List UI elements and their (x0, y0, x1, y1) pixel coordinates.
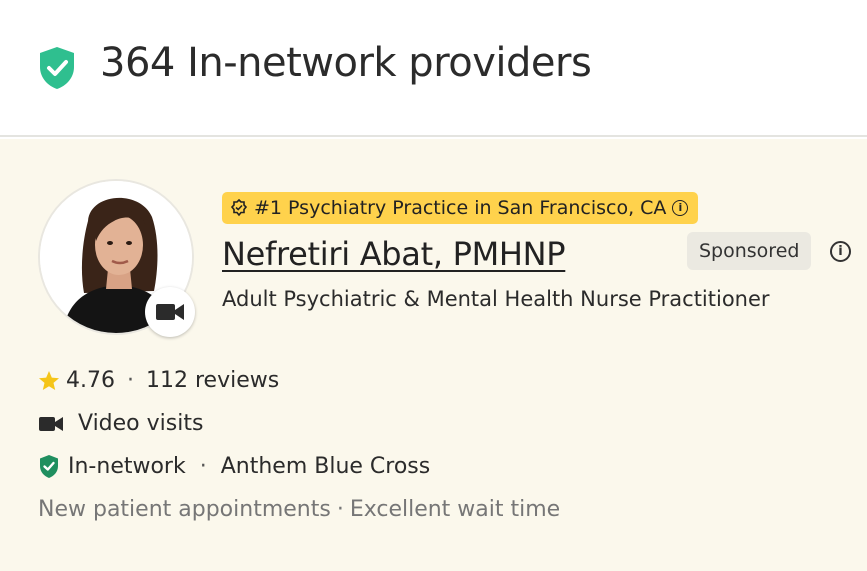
award-text: #1 Psychiatry Practice in San Francisco,… (254, 197, 667, 219)
page-title: 364 In-network providers (100, 40, 592, 86)
video-camera-icon (39, 416, 63, 431)
star-icon (39, 370, 59, 390)
results-header: 364 In-network providers (0, 0, 867, 137)
sponsored-badge: Sponsored (687, 232, 812, 270)
appointment-availability: New patient appointments (38, 497, 331, 522)
review-count: 112 reviews (145, 368, 280, 393)
network-status: In-network (68, 454, 186, 479)
award-badge[interactable]: #1 Psychiatry Practice in San Francisco,… (222, 192, 699, 224)
provider-card[interactable]: #1 Psychiatry Practice in San Francisco,… (0, 139, 867, 571)
provider-specialty: Adult Psychiatric & Mental Health Nurse … (222, 287, 770, 311)
appointments-row: New patient appointments · Excellent wai… (38, 497, 560, 522)
shield-check-icon (40, 455, 58, 478)
rating-value: 4.76 (66, 368, 115, 393)
shield-check-icon (40, 47, 74, 89)
insurance-name: Anthem Blue Cross (220, 454, 431, 479)
award-seal-icon (230, 199, 248, 217)
award-info-icon[interactable]: i (672, 200, 689, 216)
separator-dot: · (126, 368, 134, 393)
wait-time: Excellent wait time (349, 497, 561, 522)
provider-avatar[interactable] (38, 179, 198, 339)
separator-dot: · (336, 497, 344, 522)
separator-dot: · (199, 454, 207, 479)
visit-type: Video visits (78, 411, 204, 436)
provider-name-link[interactable]: Nefretiri Abat, PMHNP (222, 235, 566, 273)
rating-row[interactable]: 4.76 · 112 reviews (38, 368, 279, 393)
video-camera-icon (156, 304, 184, 320)
video-visits-row: Video visits (38, 411, 203, 436)
sponsored-info-icon[interactable]: i (830, 241, 851, 262)
video-visit-badge (145, 287, 195, 337)
network-row: In-network · Anthem Blue Cross (38, 454, 430, 479)
